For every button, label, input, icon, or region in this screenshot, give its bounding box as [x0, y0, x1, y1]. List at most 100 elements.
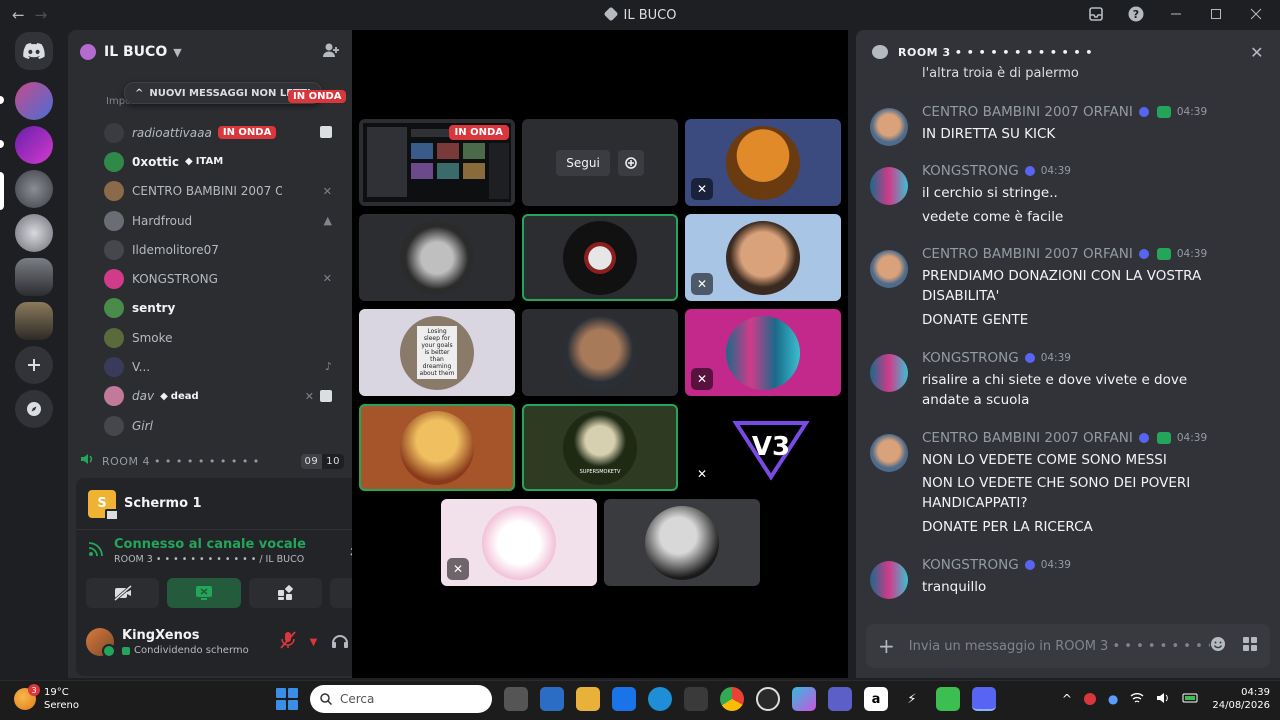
server-icon-5[interactable] — [15, 258, 53, 296]
message-avatar[interactable] — [870, 108, 908, 146]
outlook-icon[interactable] — [540, 687, 564, 711]
user-tile-anime[interactable] — [359, 404, 515, 491]
stream-tile-radioattivaaa[interactable]: IN ONDA — [359, 119, 515, 206]
message-author[interactable]: CENTRO BAMBINI 2007 ORFANI — [922, 246, 1133, 262]
popout-icon[interactable] — [617, 149, 644, 176]
tray-app-icon[interactable] — [1083, 693, 1096, 705]
store-icon[interactable] — [684, 687, 708, 711]
user-name[interactable]: KingXenos — [122, 628, 249, 643]
server-icon-ilbuco[interactable] — [15, 170, 53, 208]
message-avatar[interactable] — [870, 434, 908, 472]
wifi-icon[interactable] — [1130, 692, 1144, 707]
svg-text:V3: V3 — [752, 432, 790, 462]
system-clock[interactable]: 04:39 24/08/2026 — [1212, 686, 1270, 712]
help-icon[interactable]: ? — [1128, 6, 1144, 22]
message-author[interactable]: KONGSTRONG — [922, 350, 1019, 366]
message-avatar[interactable] — [870, 561, 908, 599]
bolt-app-icon[interactable]: ⚡ — [900, 687, 924, 711]
server-icon-6[interactable] — [15, 302, 53, 340]
message-author[interactable]: KONGSTRONG — [922, 163, 1019, 179]
voice-member[interactable]: V... ♪ — [104, 352, 340, 381]
server-icon-4[interactable] — [15, 214, 53, 252]
camera-off-button[interactable] — [86, 578, 160, 608]
follow-stream-button[interactable]: Segui — [556, 149, 610, 176]
chat-input-actions — [1210, 636, 1258, 656]
chat-message-input[interactable] — [908, 638, 1210, 654]
message-avatar[interactable] — [870, 354, 908, 392]
voice-member[interactable]: Smoke — [104, 323, 340, 352]
emoji-icon[interactable] — [1210, 636, 1226, 656]
add-attachment-icon[interactable]: + — [878, 634, 895, 658]
inbox-icon[interactable] — [1088, 6, 1104, 22]
user-tile-mask[interactable] — [522, 214, 678, 301]
kick-app-icon[interactable] — [936, 687, 960, 711]
explore-icon[interactable] — [15, 390, 53, 428]
server-icon-1[interactable] — [15, 82, 53, 120]
voice-member[interactable]: CENTRO BAMBINI 2007 ORFA... ✕ — [104, 177, 340, 206]
invite-people-icon[interactable] — [322, 42, 340, 62]
user-tile-v3[interactable]: V3 ✕ — [685, 404, 841, 491]
voice-channel-path[interactable]: ROOM 3 • • • • • • • • • • • • / IL BUCO — [114, 554, 306, 565]
copilot-icon[interactable] — [792, 687, 816, 711]
server-icon-2[interactable] — [15, 126, 53, 164]
voice-channel-room4[interactable]: ROOM 4 • • • • • • • • • • 09 10 — [80, 451, 344, 471]
amazon-icon[interactable]: a — [864, 687, 888, 711]
battery-icon[interactable] — [1182, 692, 1200, 706]
signal-icon[interactable] — [88, 541, 104, 561]
dropbox-icon[interactable] — [612, 687, 636, 711]
user-tile-smile[interactable]: ✕ — [685, 214, 841, 301]
message-author[interactable]: CENTRO BAMBINI 2007 ORFANI — [922, 430, 1133, 446]
mic-options-chevron-icon[interactable]: ▼ — [310, 637, 318, 648]
windows-start-icon[interactable] — [276, 688, 298, 710]
message-avatar[interactable] — [870, 167, 908, 205]
voice-member[interactable]: KONGSTRONG ✕ — [104, 264, 340, 293]
user-tile-cat[interactable] — [359, 214, 515, 301]
volume-icon[interactable] — [1156, 692, 1170, 707]
user-tile-obito[interactable]: ✕ — [685, 119, 841, 206]
activities-button[interactable] — [248, 578, 322, 608]
close-chat-icon[interactable]: ✕ — [1250, 43, 1264, 62]
screen-share-button[interactable] — [167, 578, 241, 608]
voice-connected-label[interactable]: Connesso al canale vocale — [114, 537, 306, 552]
voice-member[interactable]: Girl — [104, 411, 340, 440]
voice-member[interactable]: dav ◆ dead ✕ — [104, 382, 340, 411]
voice-member[interactable]: 0xottic ◆ ITAM — [104, 147, 340, 176]
voice-member[interactable]: radioattivaaa IN ONDA — [104, 118, 340, 147]
server-rail — [0, 30, 68, 678]
chrome-icon[interactable] — [720, 687, 744, 711]
user-tile-silhouette[interactable] — [604, 499, 760, 586]
user-avatar — [726, 220, 800, 295]
user-tile-supersmoke[interactable]: SUPERSMOKETV — [522, 404, 678, 491]
voice-member[interactable]: Ildemolitore07 — [104, 235, 340, 264]
maximize-icon[interactable] — [1208, 6, 1224, 22]
clock-app-icon[interactable] — [756, 687, 780, 711]
user-tile-kongstrong[interactable]: ✕ — [685, 309, 841, 396]
member-name: V... — [132, 360, 151, 375]
user-tile-quote[interactable]: Losing sleep for your goals is better th… — [359, 309, 515, 396]
tray-overflow-icon[interactable]: ^ — [1062, 692, 1072, 706]
headphones-icon[interactable] — [331, 632, 349, 652]
voice-member[interactable]: Hardfroud ▲ — [104, 206, 340, 235]
discord-home-icon[interactable] — [15, 32, 53, 70]
edge-icon[interactable] — [648, 687, 672, 711]
user-tile-kitty[interactable]: ✕ — [441, 499, 597, 586]
task-view-icon[interactable] — [504, 687, 528, 711]
apps-icon[interactable] — [1242, 636, 1258, 656]
user-avatar[interactable] — [86, 628, 116, 658]
discord-taskbar-icon[interactable] — [972, 687, 996, 711]
teams-icon[interactable] — [828, 687, 852, 711]
voice-member[interactable]: sentry — [104, 294, 340, 323]
taskbar-search[interactable]: Cerca — [310, 685, 492, 713]
mic-muted-icon[interactable] — [279, 631, 296, 653]
server-header[interactable]: IL BUCO ▼ — [68, 30, 352, 74]
message-avatar[interactable] — [870, 250, 908, 288]
minimize-icon[interactable] — [1168, 6, 1184, 22]
file-explorer-icon[interactable] — [576, 687, 600, 711]
message-author[interactable]: CENTRO BAMBINI 2007 ORFANI — [922, 104, 1133, 120]
close-window-icon[interactable] — [1248, 6, 1264, 22]
add-server-icon[interactable] — [15, 346, 53, 384]
message-author[interactable]: KONGSTRONG — [922, 557, 1019, 573]
user-tile-man[interactable] — [522, 309, 678, 396]
weather-widget[interactable]: 3 19°C Sereno — [14, 684, 79, 712]
microphone-tray-icon[interactable]: ● — [1108, 692, 1118, 706]
